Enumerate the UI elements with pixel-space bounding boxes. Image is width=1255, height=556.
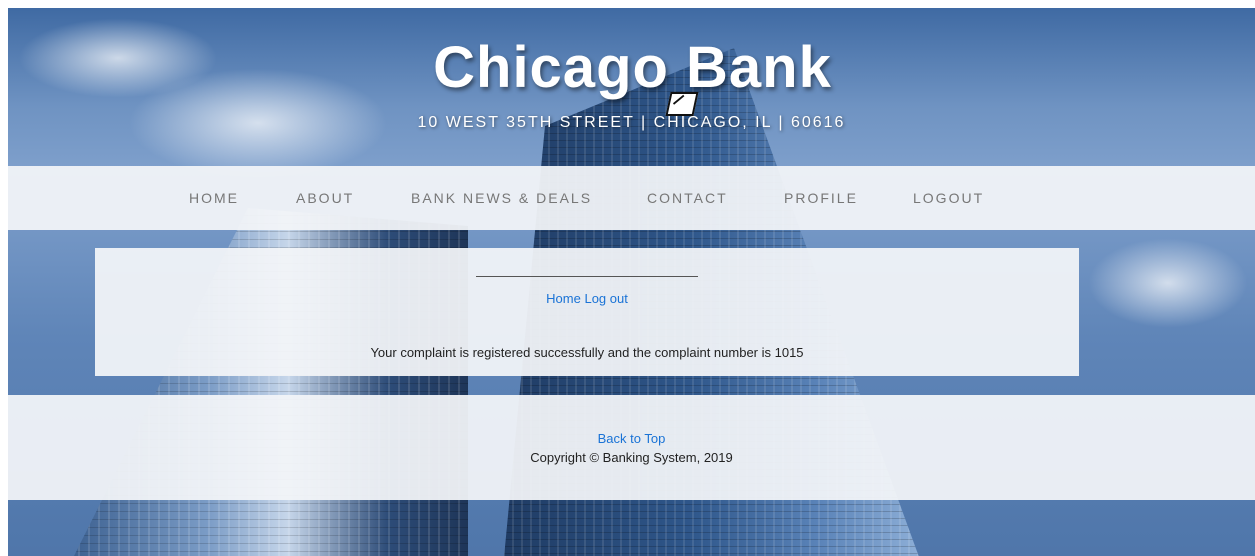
site-address: 10 WEST 35TH STREET | CHICAGO, IL | 6061… — [417, 114, 846, 131]
back-to-top-link[interactable]: Back to Top — [598, 431, 666, 446]
page-background: Chicago Bank 10 WEST 35TH STREET | CHICA… — [8, 8, 1255, 556]
nav-about[interactable]: ABOUT — [296, 190, 354, 206]
bank-logo-icon — [665, 92, 699, 116]
nav-profile[interactable]: PROFILE — [784, 190, 858, 206]
site-header: Chicago Bank 10 WEST 35TH STREET | CHICA… — [8, 8, 1255, 166]
divider — [476, 276, 698, 277]
nav-logout[interactable]: LOGOUT — [913, 190, 984, 206]
background-cloud — [1088, 238, 1248, 328]
main-nav: HOME ABOUT BANK NEWS & DEALS CONTACT PRO… — [8, 166, 1255, 230]
home-link[interactable]: Home — [546, 291, 581, 306]
content-panel: Home Log out Your complaint is registere… — [95, 248, 1079, 376]
site-title: Chicago Bank — [433, 35, 832, 100]
nav-home[interactable]: HOME — [189, 190, 239, 206]
complaint-success-message: Your complaint is registered successfull… — [370, 345, 804, 360]
site-footer: Back to Top Copyright © Banking System, … — [8, 395, 1255, 500]
nav-contact[interactable]: CONTACT — [647, 190, 728, 206]
logout-link[interactable]: Log out — [584, 291, 627, 306]
quick-links: Home Log out — [95, 291, 1079, 306]
copyright-text: Copyright © Banking System, 2019 — [530, 450, 733, 465]
nav-bank-news-deals[interactable]: BANK NEWS & DEALS — [411, 190, 592, 206]
